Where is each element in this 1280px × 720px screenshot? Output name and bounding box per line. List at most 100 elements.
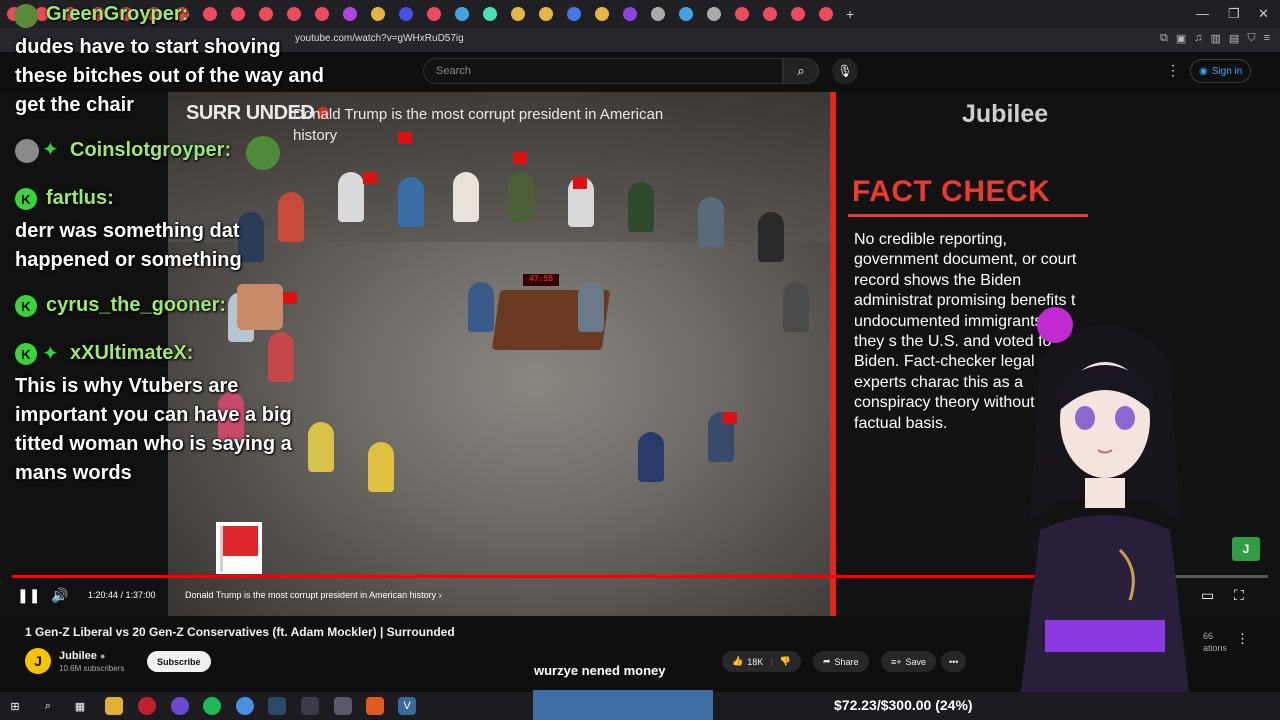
tab-favicon[interactable]	[427, 7, 441, 21]
share-icon: ➦	[823, 656, 831, 666]
start-icon[interactable]: ⊞	[6, 697, 24, 715]
time-display: 1:20:44 / 1:37:00	[88, 590, 156, 600]
chat-message-line: get the chair	[15, 94, 134, 116]
app-icon[interactable]	[334, 697, 352, 715]
share-button[interactable]: ➦ Share	[813, 651, 869, 672]
chapter-title[interactable]: Donald Trump is the most corrupt preside…	[185, 590, 442, 600]
search-input[interactable]: Search	[423, 58, 783, 84]
chat-message-line: dudes have to start shoving	[15, 36, 281, 58]
participant	[468, 282, 494, 332]
shield-icon[interactable]: ⛉	[1247, 32, 1255, 45]
menu-icon[interactable]: ≡	[1264, 32, 1270, 45]
donation-goal-bar	[533, 690, 713, 720]
app-icon[interactable]	[301, 697, 319, 715]
ellipsis-icon: •••	[949, 656, 959, 667]
tab-favicon[interactable]	[483, 7, 497, 21]
tab-favicon[interactable]	[707, 7, 721, 21]
more-actions-button[interactable]: •••	[941, 651, 967, 672]
panel-red-edge	[830, 92, 836, 616]
tab-favicon[interactable]	[819, 7, 833, 21]
tab-favicon[interactable]	[791, 7, 805, 21]
close-window-button[interactable]: ✕	[1258, 6, 1269, 22]
mic-icon: 🎙	[837, 64, 853, 78]
maximize-button[interactable]: ❐	[1228, 6, 1240, 22]
fullscreen-icon[interactable]: ⛶	[1234, 587, 1244, 604]
extension-icon[interactable]: ⧉	[1160, 32, 1168, 45]
tab-favicon[interactable]	[679, 7, 693, 21]
subscribe-button[interactable]: Subscribe	[147, 651, 211, 672]
vtuber-avatar	[1020, 307, 1190, 700]
chat-message-line: derr was something dat	[15, 220, 240, 242]
participant	[508, 172, 534, 222]
save-button[interactable]: ≡+ Save	[881, 651, 937, 672]
video-title: 1 Gen-Z Liberal vs 20 Gen-Z Conservative…	[25, 625, 455, 639]
tab-favicon[interactable]	[763, 7, 777, 21]
participant	[578, 282, 604, 332]
chat-message-line: important you can have a big	[15, 404, 292, 426]
tab-favicon[interactable]	[539, 7, 553, 21]
like-count: 18K	[747, 656, 764, 667]
music-icon[interactable]: ♫	[1194, 32, 1202, 45]
tab-favicon[interactable]	[399, 7, 413, 21]
participant	[628, 182, 654, 232]
chat-message-line: mans words	[15, 462, 132, 484]
participant	[783, 282, 809, 332]
sign-in-button[interactable]: ◉ Sign in	[1190, 59, 1252, 83]
app-icon[interactable]	[171, 697, 189, 715]
volume-icon[interactable]: 🔊	[51, 587, 68, 604]
thumbs-down-icon[interactable]: 👎	[780, 656, 791, 667]
tab-favicon[interactable]	[567, 7, 581, 21]
pause-button[interactable]: ❚❚	[17, 587, 40, 604]
steam-icon[interactable]	[268, 697, 286, 715]
tab-favicon[interactable]	[623, 7, 637, 21]
participant	[638, 432, 664, 482]
search-button[interactable]: ⌕	[783, 58, 819, 84]
chat-username: xXUltimateX:	[70, 342, 194, 364]
chat-message-line: titted woman who is saying a	[15, 433, 292, 455]
new-tab-icon[interactable]: +	[846, 6, 854, 22]
spotify-icon[interactable]	[203, 697, 221, 715]
chat-username: Coinslotgroyper:	[70, 139, 232, 161]
vtube-studio-icon[interactable]: V	[398, 697, 416, 715]
chat-avatar	[14, 4, 38, 28]
fact-check-title: FACT CHECK	[852, 175, 1051, 208]
tab-favicon[interactable]	[371, 7, 385, 21]
file-explorer-icon[interactable]	[105, 697, 123, 715]
chrome-icon[interactable]	[236, 697, 254, 715]
task-view-icon[interactable]: ▦	[71, 697, 89, 715]
like-button[interactable]: 👍 18K | 👎	[722, 651, 801, 672]
share-label: Share	[834, 656, 859, 667]
voice-search-button[interactable]: 🎙	[832, 58, 858, 84]
search-icon[interactable]: ⌕	[39, 697, 57, 715]
wallet-icon[interactable]: ▤	[1229, 32, 1239, 45]
tab-favicon[interactable]	[455, 7, 469, 21]
extension-icon[interactable]: ▣	[1176, 32, 1186, 45]
more-options-icon[interactable]: ⋮	[1166, 62, 1180, 79]
chat-message-line: This is why Vtubers are	[15, 375, 239, 397]
tab-favicon[interactable]	[595, 7, 609, 21]
search-placeholder: Search	[436, 65, 471, 77]
app-icon[interactable]	[138, 697, 156, 715]
face-emote-icon	[237, 284, 283, 330]
minimize-button[interactable]: —	[1196, 6, 1209, 21]
debate-clock: 47:58	[523, 274, 559, 286]
chat-overlay: GreenGroyper: dudes have to start shovin…	[0, 0, 360, 500]
progress-bar-fill[interactable]	[12, 575, 1051, 578]
tab-favicon[interactable]	[735, 7, 749, 21]
participant	[758, 212, 784, 262]
red-flag-marker	[723, 412, 737, 424]
channel-name[interactable]: Jubilee ●	[59, 650, 105, 662]
chat-username: fartlus:	[46, 187, 114, 209]
jubilee-badge-icon: J	[1232, 537, 1260, 561]
search-icon: ⌕	[797, 63, 805, 78]
sidebar-icon[interactable]: ▥	[1211, 32, 1221, 45]
tab-favicon[interactable]	[651, 7, 665, 21]
account-icon: ◉	[1199, 65, 1208, 77]
thumbs-up-icon: 👍	[732, 656, 744, 666]
more-icon[interactable]: ⋮	[1236, 631, 1249, 647]
tab-favicon[interactable]	[511, 7, 525, 21]
subscriber-count: 10.6M subscribers	[59, 664, 125, 673]
views-partial: 66 ations	[1203, 631, 1228, 653]
brave-icon[interactable]	[366, 697, 384, 715]
channel-avatar[interactable]: J	[25, 648, 51, 674]
